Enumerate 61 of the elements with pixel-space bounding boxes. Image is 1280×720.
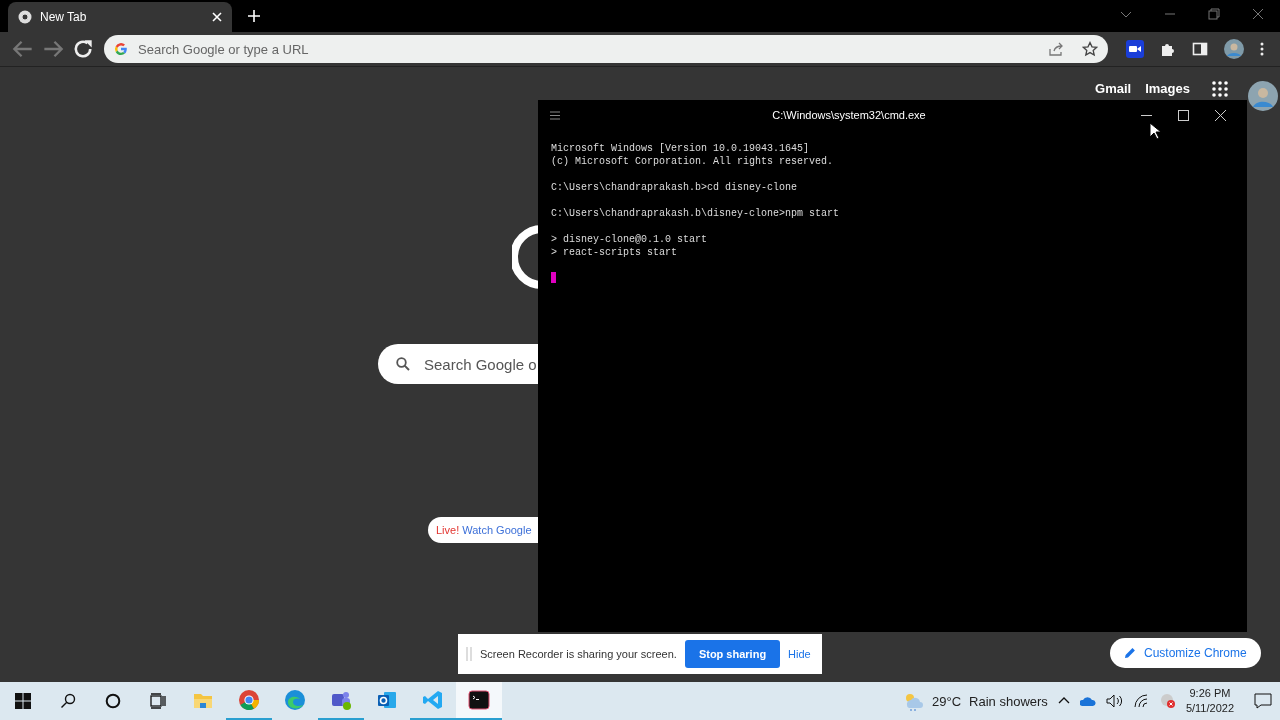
search-icon[interactable]: [59, 693, 76, 709]
live-label: Live!: [436, 524, 460, 536]
cloud-icon[interactable]: [1079, 695, 1096, 707]
video-camera-icon[interactable]: [1126, 40, 1144, 58]
share-icon[interactable]: [1048, 41, 1064, 57]
wifi-icon[interactable]: [1133, 694, 1150, 708]
clock[interactable]: 9:26 PM 5/11/2022: [1185, 686, 1234, 716]
terminal-line: (c) Microsoft Corporation. All rights reserved.: [551, 155, 835, 168]
avatar-icon[interactable]: [1224, 39, 1244, 59]
code-editor-icon: [422, 689, 444, 711]
text-cursor: [551, 272, 556, 283]
browser-tab[interactable]: New Tab: [8, 2, 232, 32]
puzzle-icon[interactable]: [1160, 41, 1176, 57]
temperature: 29°C: [932, 693, 962, 709]
folder-icon: [193, 691, 213, 709]
side-panel-icon[interactable]: [1192, 41, 1208, 57]
taskbar-app[interactable]: [456, 682, 502, 720]
terminal-line: Microsoft Windows [Version 10.0.19043.1645]: [551, 142, 811, 155]
battery-alert-icon[interactable]: [1159, 693, 1176, 709]
address-bar[interactable]: Search Google or type a URL: [104, 35, 1108, 63]
close-icon[interactable]: [1215, 109, 1226, 121]
speaker-icon[interactable]: [1105, 694, 1124, 708]
menu-icon[interactable]: [1260, 42, 1264, 56]
address-input[interactable]: Search Google or type a URL: [136, 40, 1040, 58]
circle-icon[interactable]: [104, 693, 121, 709]
search-field[interactable]: Search Google o: [378, 344, 538, 384]
header-link[interactable]: Images: [1145, 81, 1190, 97]
search-icon: [396, 357, 410, 371]
windows-start-icon[interactable]: [14, 693, 31, 709]
chrome-icon: [238, 689, 260, 711]
notification-icon[interactable]: [1254, 693, 1272, 709]
terminal-icon: [468, 689, 490, 711]
terminal-line: > disney-clone@0.1.0 start: [551, 233, 709, 246]
watch-link[interactable]: Watch Google: [462, 524, 532, 536]
star-icon[interactable]: [1082, 41, 1098, 57]
outlook-icon: [376, 689, 398, 711]
mouse-pointer-icon: [1149, 122, 1161, 140]
drag-handle-icon[interactable]: [466, 647, 472, 661]
weather-condition: Rain showers: [969, 693, 1048, 709]
stop-sharing-button[interactable]: Stop sharing: [684, 640, 781, 668]
header-link[interactable]: Gmail: [1095, 81, 1132, 97]
google-g-icon: [114, 42, 128, 56]
doodle-chip[interactable]: Live! Watch Google: [428, 517, 538, 543]
sharing-message: Screen Recorder is sharing your screen.: [480, 648, 677, 660]
terminal-line: C:\Users\chandraprakash.b>cd disney-clone: [551, 181, 799, 194]
window-title: C:\Windows\system32\cmd.exe: [771, 109, 927, 121]
new-tab-icon[interactable]: [248, 10, 260, 22]
restore-icon[interactable]: [1208, 8, 1220, 20]
pencil-icon: [1124, 647, 1136, 659]
chrome-icon: [18, 10, 32, 24]
hide-link[interactable]: Hide: [788, 648, 811, 660]
customize-button[interactable]: Customize Chrome: [1110, 638, 1261, 668]
task-view-icon[interactable]: [149, 693, 166, 709]
teams-icon: [330, 689, 352, 711]
maximize-icon[interactable]: [1178, 109, 1189, 121]
terminal-line: > react-scripts start: [551, 246, 679, 259]
menu-icon[interactable]: [550, 110, 560, 120]
terminal-line: C:\Users\chandraprakash.b\disney-clone>npm start: [551, 207, 841, 220]
apps-grid-icon[interactable]: [1212, 81, 1228, 97]
avatar-icon[interactable]: [1248, 81, 1278, 111]
edge-icon: [284, 689, 306, 711]
